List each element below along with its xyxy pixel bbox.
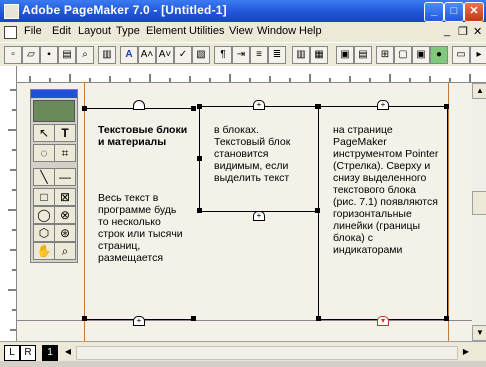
horizontal-ruler[interactable] (16, 66, 486, 83)
polygon-frame-tool-icon[interactable]: ⊛ (54, 224, 76, 242)
windowshade-bottom[interactable]: + (253, 211, 265, 221)
vertical-scrollbar[interactable]: ▲ ▼ (472, 83, 486, 341)
rectangle-frame-tool-icon[interactable]: ⊠ (54, 188, 76, 206)
windowshade-bottom[interactable]: ▾ (377, 316, 389, 326)
frame-icon[interactable]: ▧ (192, 46, 210, 64)
menu-file[interactable]: File (24, 25, 42, 37)
paragraph-icon[interactable]: ¶ (214, 46, 232, 64)
align-center-icon[interactable]: ▥ (292, 46, 310, 64)
menu-element[interactable]: Element (146, 25, 186, 37)
menu-type[interactable]: Type (116, 25, 140, 37)
menu-edit[interactable]: Edit (52, 25, 71, 37)
menu-help[interactable]: Help (299, 25, 322, 37)
line-tool-icon[interactable]: ╲ (33, 168, 55, 186)
scroll-left-button[interactable]: ◀ (62, 345, 74, 359)
toolbox-palette[interactable]: ↖ T ◌ ⌗ ╲ — □ ⊠ ◯ ⊗ ⬡ ⊛ ✋ ⌕ (30, 89, 78, 263)
windowshade-top[interactable]: + (377, 100, 389, 110)
selection-handle[interactable] (197, 104, 202, 109)
scroll-up-button[interactable]: ▲ (472, 83, 486, 99)
windowshade-top[interactable] (133, 100, 145, 110)
bullets-icon[interactable]: ≡ (250, 46, 268, 64)
subscript-icon[interactable]: A˅ (156, 46, 174, 64)
left-master-page-icon[interactable]: L (4, 345, 20, 361)
menu-utilities[interactable]: Utilities (189, 25, 224, 37)
pointer-tool-icon[interactable]: ↖ (33, 124, 55, 142)
indent-icon[interactable]: ⇥ (232, 46, 250, 64)
horizontal-scroll-track[interactable] (76, 346, 458, 360)
polygon-tool-icon[interactable]: ⬡ (33, 224, 55, 242)
ellipse-frame-tool-icon[interactable]: ⊗ (54, 206, 76, 224)
block-text-middle: в блоках. Текстовый блок становится види… (214, 124, 291, 184)
save-icon[interactable]: ▪ (40, 46, 58, 64)
selection-handle[interactable] (197, 156, 202, 161)
find-icon[interactable]: ⌕ (76, 46, 94, 64)
scroll-down-button[interactable]: ▼ (472, 325, 486, 341)
block-heading: Текстовые блоки и материалы (98, 124, 188, 148)
title-bar: Adobe PageMaker 7.0 - [Untitled-1] _ □ ✕ (0, 0, 486, 22)
spelling-icon[interactable]: ✓ (174, 46, 192, 64)
page-bar: L R 1 ◀ ▶ (0, 341, 486, 362)
crop-tool-icon[interactable]: ⌗ (54, 144, 76, 162)
doc-minimize-button[interactable]: _ (444, 25, 450, 37)
selection-handle[interactable] (316, 316, 321, 321)
selection-handle[interactable] (82, 106, 87, 111)
help-icon[interactable]: ▸ (470, 46, 486, 64)
block-text-right: на странице PageMaker инструментом Point… (333, 124, 439, 256)
minimize-button[interactable]: _ (424, 2, 444, 22)
page-1-icon[interactable]: 1 (42, 345, 58, 361)
zoom-tool-icon[interactable]: ⌕ (54, 242, 76, 260)
new-icon[interactable]: ▫ (4, 46, 22, 64)
doc-restore-button[interactable]: ❐ (458, 25, 468, 38)
toolbar: ▫ ▱ ▪ ▤ ⌕ ▥ A A˄ A˅ ✓ ▧ ¶ ⇥ ≡ ≣ ▥ ▦ ▣ ▤ … (0, 42, 486, 68)
align-right-icon[interactable]: ▦ (310, 46, 328, 64)
selection-handle[interactable] (444, 104, 449, 109)
selection-handle[interactable] (191, 316, 196, 321)
ellipse-tool-icon[interactable]: ◯ (33, 206, 55, 224)
hand-tool-icon[interactable]: ✋ (33, 242, 55, 260)
open-icon[interactable]: ▱ (22, 46, 40, 64)
toolbox-preview-icon (33, 100, 75, 122)
windowshade-top[interactable]: + (253, 100, 265, 110)
menu-view[interactable]: View (229, 25, 253, 37)
print-icon[interactable]: ▤ (58, 46, 76, 64)
vertical-ruler[interactable] (0, 66, 17, 341)
web-globe-icon[interactable]: ● (430, 46, 448, 64)
character-a-icon[interactable]: A (120, 46, 138, 64)
rectangle-tool-icon[interactable]: □ (33, 188, 55, 206)
selection-handle[interactable] (444, 316, 449, 321)
selection-handle[interactable] (191, 106, 196, 111)
doc-close-button[interactable]: ✕ (473, 25, 482, 38)
right-master-page-icon[interactable]: R (20, 345, 36, 361)
block-text-left: Весь текст в программе будь то несколько… (98, 192, 183, 264)
menu-bar: File Edit Layout Type Element Utilities … (0, 22, 486, 42)
link-icon[interactable]: ⊞ (376, 46, 394, 64)
text-tool-icon[interactable]: T (54, 124, 76, 142)
scroll-right-button[interactable]: ▶ (460, 345, 472, 359)
column-guide (448, 83, 449, 341)
app-icon (4, 4, 19, 19)
character-icon[interactable]: ▥ (98, 46, 116, 64)
selection-handle[interactable] (197, 208, 202, 213)
status-strip (0, 361, 486, 367)
toolbox-title-bar[interactable] (31, 90, 77, 98)
constrained-line-tool-icon[interactable]: — (54, 168, 76, 186)
grid-icon[interactable]: ▣ (336, 46, 354, 64)
preview-icon[interactable]: ▣ (412, 46, 430, 64)
selection-handle[interactable] (82, 316, 87, 321)
menu-window[interactable]: Window (257, 25, 296, 37)
close-button[interactable]: ✕ (464, 2, 484, 22)
scroll-thumb[interactable] (472, 191, 486, 215)
menu-layout[interactable]: Layout (78, 25, 111, 37)
web-icon[interactable]: ▢ (394, 46, 412, 64)
align-left-icon[interactable]: ≣ (268, 46, 286, 64)
window-title: Adobe PageMaker 7.0 - [Untitled-1] (22, 3, 227, 17)
maximize-button[interactable]: □ (444, 2, 464, 22)
windowshade-bottom[interactable]: + (133, 316, 145, 326)
place-icon[interactable]: ▤ (354, 46, 372, 64)
document-icon[interactable] (4, 26, 17, 39)
selection-handle[interactable] (316, 104, 321, 109)
rotate-tool-icon[interactable]: ◌ (33, 144, 55, 162)
superscript-icon[interactable]: A˄ (138, 46, 156, 64)
export-icon[interactable]: ▭ (452, 46, 470, 64)
